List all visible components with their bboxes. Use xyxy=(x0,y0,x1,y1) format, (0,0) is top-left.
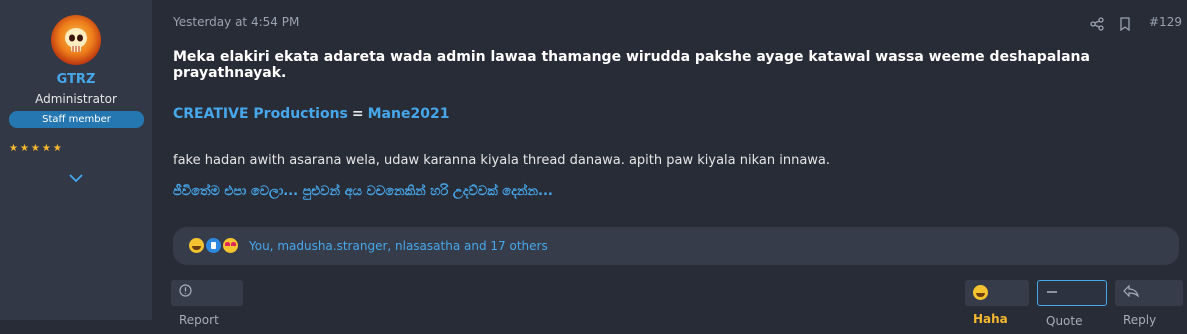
post-body-text: fake hadan awith asarana wela, udaw kara… xyxy=(173,153,831,168)
reactions-bar: You, madusha.stranger, nlasasatha and 17… xyxy=(173,227,1179,265)
reply-icon xyxy=(1123,280,1140,306)
signature-link-creative[interactable]: CREATIVE Productions xyxy=(173,106,348,122)
bookmark-icon[interactable] xyxy=(1119,16,1131,32)
flaming-skull-icon xyxy=(65,28,87,52)
report-icon xyxy=(179,280,192,306)
haha-label: Haha xyxy=(973,312,1008,326)
minus-icon xyxy=(1046,281,1058,307)
staff-badge: Staff member xyxy=(9,111,144,128)
user-sidebar: GTRZ Administrator Staff member ★★★★★ xyxy=(0,0,152,320)
share-icon[interactable] xyxy=(1090,16,1104,31)
post-date[interactable]: Yesterday at 4:54 PM xyxy=(173,15,299,29)
report-button[interactable]: Report xyxy=(171,280,243,327)
haha-reaction-button[interactable]: Haha xyxy=(965,280,1029,326)
username[interactable]: GTRZ xyxy=(0,72,152,87)
signature-line: CREATIVE Productions = Mane2021 xyxy=(173,106,449,122)
haha-reaction-icon xyxy=(189,238,204,253)
user-title: Administrator xyxy=(35,92,117,106)
signature-equals: = xyxy=(351,106,364,122)
reply-button[interactable]: Reply xyxy=(1115,280,1183,327)
quote-label: Quote xyxy=(1046,313,1083,328)
forum-post: GTRZ Administrator Staff member ★★★★★ Ye… xyxy=(0,0,1187,328)
chevron-down-icon[interactable] xyxy=(66,170,86,186)
like-reaction-icon xyxy=(206,238,221,253)
post-bold-text: Meka elakiri ekata adareta wada admin la… xyxy=(173,49,1090,81)
post-sinhala-text: ජීවිතේම එපා වෙලා... පුළුවන් අය වචනෙකින් … xyxy=(173,184,553,199)
haha-icon xyxy=(973,285,988,300)
post-number[interactable]: #129 xyxy=(1149,15,1182,29)
love-reaction-icon xyxy=(223,238,238,253)
reaction-icons[interactable] xyxy=(189,238,240,254)
rating-stars: ★★★★★ xyxy=(9,143,64,154)
reaction-users-link[interactable]: You, madusha.stranger, nlasasatha and 17… xyxy=(249,239,548,253)
signature-link-mane[interactable]: Mane2021 xyxy=(368,106,450,122)
quote-button[interactable]: Quote xyxy=(1037,280,1107,328)
user-avatar[interactable] xyxy=(51,15,101,65)
